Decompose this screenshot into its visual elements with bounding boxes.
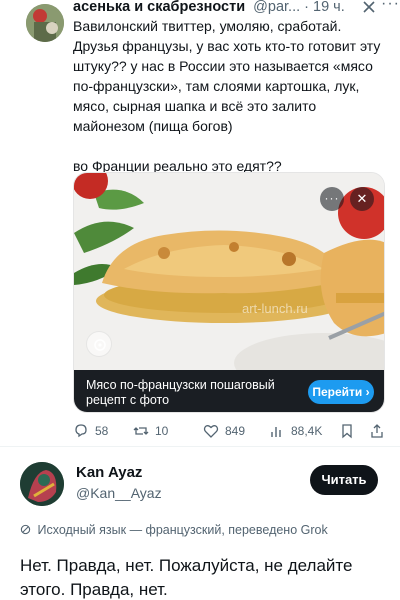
- x-logo-icon: [363, 0, 375, 13]
- tweet-header: асенька и скабрезности @par... · 19 ч. ·…: [73, 0, 399, 16]
- repost-icon: [133, 427, 149, 435]
- tweet-text-line: Друзья французы, у вас хоть кто-то готов…: [73, 38, 381, 134]
- like-icon: [203, 425, 219, 438]
- author-name[interactable]: Kan Ayaz: [76, 464, 142, 482]
- reply-count: 58: [95, 424, 109, 438]
- repost-count: 10: [155, 424, 169, 438]
- author-name[interactable]: асенька и скабрезности: [73, 0, 245, 15]
- tweet-text: Вавилонский твиттер, умоляю, сработай. Д…: [73, 16, 391, 176]
- photo-more-button[interactable]: ···: [320, 187, 344, 211]
- translation-text: Исходный язык — французский, переведено …: [37, 523, 328, 537]
- more-options-icon[interactable]: ···: [381, 0, 400, 13]
- like-button[interactable]: 849: [203, 420, 245, 442]
- author-handle[interactable]: @Kan__Ayaz: [76, 484, 162, 502]
- repost-button[interactable]: 10: [133, 420, 168, 442]
- tweet-text: Нет. Правда, нет. Пожалуйста, не делайте…: [20, 556, 353, 599]
- photo-close-button[interactable]: ✕: [350, 187, 374, 211]
- tweet-actions: 58 10 849 88,4K: [73, 420, 391, 442]
- reply-icon: [75, 424, 87, 438]
- link-card[interactable]: art-lunch.ru ··· ✕ Мясо по-французски по…: [73, 172, 385, 413]
- handle-and-time[interactable]: @par... · 19 ч.: [253, 0, 345, 15]
- grok-icon: [20, 524, 31, 535]
- bookmark-icon: [342, 424, 352, 439]
- translation-note[interactable]: Исходный язык — французский, переведено …: [20, 522, 328, 538]
- avatar[interactable]: [26, 4, 64, 42]
- card-caption: Мясо по-французски пошаговый рецепт с фо…: [74, 370, 384, 412]
- avatar-photo: [26, 4, 64, 42]
- follow-button[interactable]: Читать: [310, 465, 378, 495]
- avatar[interactable]: [20, 462, 64, 506]
- card-title[interactable]: Мясо по-французски пошаговый рецепт с фо…: [86, 378, 286, 408]
- views-button[interactable]: 88,4K: [269, 420, 322, 442]
- views-count: 88,4K: [291, 424, 323, 438]
- card-watermark: art-lunch.ru: [242, 301, 308, 316]
- like-count: 849: [225, 424, 246, 438]
- lens-icon[interactable]: [86, 331, 112, 357]
- reply-button[interactable]: 58: [73, 420, 108, 442]
- tweet-original: асенька и скабрезности @par... · 19 ч. ·…: [0, 0, 400, 447]
- avatar-photo: [20, 462, 64, 506]
- go-to-link-button[interactable]: Перейти ›: [308, 380, 374, 404]
- share-button[interactable]: [369, 420, 385, 442]
- tweet-reply: Kan Ayaz @Kan__Ayaz Читать Исходный язык…: [0, 448, 400, 600]
- tweet-text-line: Вавилонский твиттер, умоляю, сработай.: [73, 18, 342, 34]
- views-icon: [271, 427, 281, 437]
- share-icon: [371, 424, 383, 438]
- bookmark-button[interactable]: [339, 420, 355, 442]
